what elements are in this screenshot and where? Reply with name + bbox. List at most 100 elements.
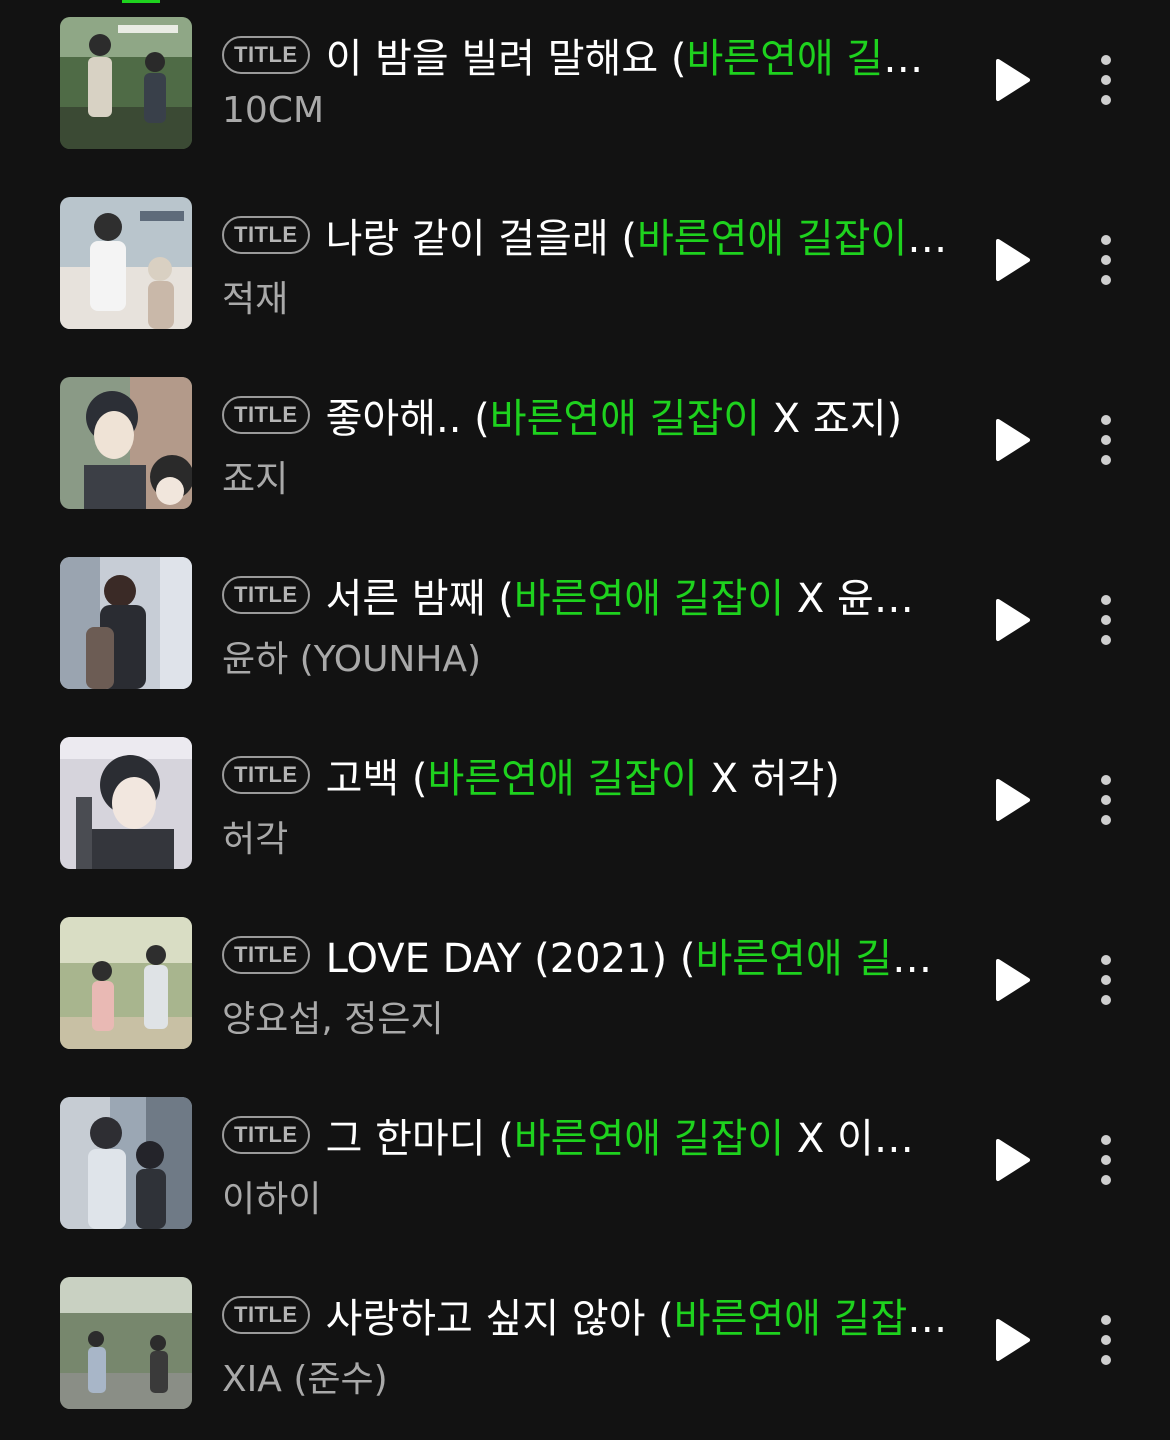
song-title-main: 서른 밤째 ( (325, 576, 514, 622)
song-title[interactable]: 좋아해.. (바른연애 길잡이 X 죠지) (326, 386, 903, 444)
song-title-main: 이 밤을 빌려 말해요 ( (325, 36, 687, 82)
title-badge: TITLE (222, 396, 310, 434)
title-badge: TITLE (222, 576, 310, 614)
album-cover[interactable] (60, 917, 192, 1049)
track-row[interactable]: TITLE 좋아해.. (바른연애 길잡이 X 죠지) 죠지 (0, 360, 1170, 540)
song-title-tail: … (907, 1296, 948, 1342)
more-vertical-icon (1101, 55, 1111, 105)
more-vertical-icon (1101, 775, 1111, 825)
more-options-button[interactable] (1086, 232, 1126, 288)
title-badge: TITLE (222, 216, 310, 254)
track-row[interactable]: TITLE 사랑하고 싶지 않아 (바른연애 길잡… XIA (준수) (0, 1260, 1170, 1440)
more-options-button[interactable] (1086, 592, 1126, 648)
track-row[interactable]: TITLE 그 한마디 (바른연애 길잡이 X 이… 이하이 (0, 1080, 1170, 1260)
song-title-main: 좋아해.. ( (325, 396, 490, 442)
album-cover[interactable] (60, 17, 192, 149)
artist-name[interactable]: 죠지 (222, 450, 288, 502)
play-icon (996, 419, 1030, 461)
track-row[interactable]: TITLE 이 밤을 빌려 말해요 (바른연애 길… 10CM (0, 0, 1170, 180)
song-title-highlight: 바른연애 길잡이 (636, 216, 908, 262)
more-vertical-icon (1101, 415, 1111, 465)
track-title-line[interactable]: TITLE 사랑하고 싶지 않아 (바른연애 길잡… (222, 1287, 947, 1343)
track-row[interactable]: TITLE 나랑 같이 걸을래 (바른연애 길잡이… 적재 (0, 180, 1170, 360)
song-title-main: LOVE DAY (2021) ( (325, 936, 696, 982)
more-options-button[interactable] (1086, 1132, 1126, 1188)
more-options-button[interactable] (1086, 952, 1126, 1008)
song-title-tail: X 죠지) (760, 396, 903, 442)
title-badge: TITLE (222, 36, 310, 74)
more-vertical-icon (1101, 235, 1111, 285)
song-title-highlight: 바른연애 길잡이 (489, 396, 761, 442)
artist-name[interactable]: 이하이 (222, 1170, 321, 1222)
album-cover[interactable] (60, 737, 192, 869)
song-title[interactable]: 사랑하고 싶지 않아 (바른연애 길잡… (326, 1286, 948, 1344)
play-icon (996, 779, 1030, 821)
song-title-main: 사랑하고 싶지 않아 ( (325, 1296, 674, 1342)
artist-name[interactable]: 적재 (222, 270, 288, 322)
more-vertical-icon (1101, 595, 1111, 645)
song-title-highlight: 바른연애 길잡이 (513, 1116, 785, 1162)
play-button[interactable] (988, 1136, 1036, 1184)
track-row[interactable]: TITLE LOVE DAY (2021) (바른연애 길… 양요섭, 정은지 (0, 900, 1170, 1080)
more-options-button[interactable] (1086, 412, 1126, 468)
track-title-line[interactable]: TITLE 서른 밤째 (바른연애 길잡이 X 윤… (222, 567, 914, 623)
play-icon (996, 599, 1030, 641)
song-title-tail: X 허각) (697, 756, 840, 802)
album-cover[interactable] (60, 1097, 192, 1229)
song-title[interactable]: 이 밤을 빌려 말해요 (바른연애 길… (326, 26, 924, 84)
song-title-main: 고백 ( (325, 756, 428, 802)
song-title[interactable]: 서른 밤째 (바른연애 길잡이 X 윤… (326, 566, 914, 624)
more-options-button[interactable] (1086, 772, 1126, 828)
title-badge: TITLE (222, 756, 310, 794)
more-options-button[interactable] (1086, 1312, 1126, 1368)
title-badge: TITLE (222, 1116, 310, 1154)
play-button[interactable] (988, 776, 1036, 824)
song-title-highlight: 바른연애 길 (695, 936, 893, 982)
artist-name[interactable]: 양요섭, 정은지 (222, 990, 444, 1042)
play-button[interactable] (988, 416, 1036, 464)
title-badge: TITLE (222, 936, 310, 974)
song-title-tail: … (892, 936, 933, 982)
more-vertical-icon (1101, 1135, 1111, 1185)
track-row[interactable]: TITLE 고백 (바른연애 길잡이 X 허각) 허각 (0, 720, 1170, 900)
song-title-highlight: 바른연애 길잡이 (427, 756, 698, 802)
more-vertical-icon (1101, 1315, 1111, 1365)
album-cover[interactable] (60, 1277, 192, 1409)
more-options-button[interactable] (1086, 52, 1126, 108)
track-title-line[interactable]: TITLE 좋아해.. (바른연애 길잡이 X 죠지) (222, 387, 902, 443)
track-title-line[interactable]: TITLE 나랑 같이 걸을래 (바른연애 길잡이… (222, 207, 947, 263)
play-button[interactable] (988, 1316, 1036, 1364)
song-title-highlight: 바른연애 길 (686, 36, 884, 82)
play-icon (996, 59, 1030, 101)
artist-name[interactable]: 윤하 (YOUNHA) (222, 630, 481, 682)
track-title-line[interactable]: TITLE LOVE DAY (2021) (바른연애 길… (222, 927, 932, 983)
song-title-main: 그 한마디 ( (325, 1116, 514, 1162)
song-title-main: 나랑 같이 걸을래 ( (325, 216, 637, 262)
artist-name[interactable]: 10CM (222, 90, 324, 131)
artist-name[interactable]: 허각 (222, 810, 288, 862)
song-title-highlight: 바른연애 길잡 (673, 1296, 908, 1342)
album-cover[interactable] (60, 197, 192, 329)
song-title[interactable]: 나랑 같이 걸을래 (바른연애 길잡이… (326, 206, 948, 264)
track-title-line[interactable]: TITLE 고백 (바른연애 길잡이 X 허각) (222, 747, 840, 803)
more-vertical-icon (1101, 955, 1111, 1005)
play-icon (996, 239, 1030, 281)
play-button[interactable] (988, 596, 1036, 644)
play-button[interactable] (988, 956, 1036, 1004)
album-cover[interactable] (60, 377, 192, 509)
song-title-tail: X 이… (784, 1116, 914, 1162)
song-title[interactable]: 그 한마디 (바른연애 길잡이 X 이… (326, 1106, 914, 1164)
play-icon (996, 1139, 1030, 1181)
artist-name[interactable]: XIA (준수) (222, 1350, 388, 1402)
song-title-highlight: 바른연애 길잡이 (513, 576, 785, 622)
song-title[interactable]: 고백 (바른연애 길잡이 X 허각) (326, 746, 840, 804)
album-cover[interactable] (60, 557, 192, 689)
track-title-line[interactable]: TITLE 이 밤을 빌려 말해요 (바른연애 길… (222, 27, 923, 83)
play-button[interactable] (988, 236, 1036, 284)
play-icon (996, 959, 1030, 1001)
track-row[interactable]: TITLE 서른 밤째 (바른연애 길잡이 X 윤… 윤하 (YOUNHA) (0, 540, 1170, 720)
play-button[interactable] (988, 56, 1036, 104)
song-title-tail: … (907, 216, 948, 262)
song-title[interactable]: LOVE DAY (2021) (바른연애 길… (326, 926, 933, 984)
track-title-line[interactable]: TITLE 그 한마디 (바른연애 길잡이 X 이… (222, 1107, 914, 1163)
